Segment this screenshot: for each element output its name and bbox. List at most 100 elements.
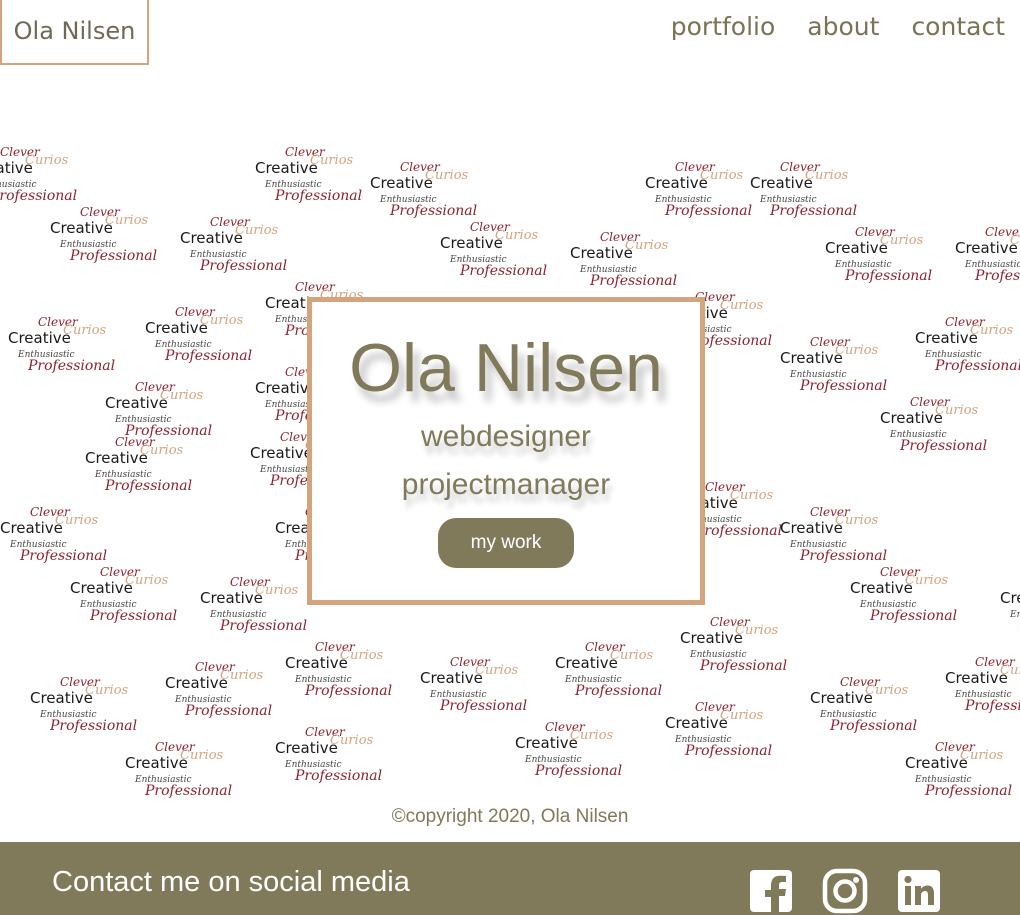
pattern-word-professional: Professional xyxy=(460,263,548,279)
nav-about[interactable]: about xyxy=(807,12,879,41)
pattern-word-curios: Curios xyxy=(495,228,539,243)
pattern-word-creative: Creative xyxy=(285,654,348,672)
pattern-word-curios: Curios xyxy=(880,233,924,248)
pattern-word-professional: Professional xyxy=(590,273,678,289)
pattern-word-curios: Curios xyxy=(960,748,1004,763)
pattern-word-professional: Professional xyxy=(90,608,178,624)
word-tile: CleverCreativeCuriosEnthusiasticProfessi… xyxy=(750,160,880,230)
pattern-word-professional: Professional xyxy=(800,378,888,394)
pattern-word-curios: Curios xyxy=(625,238,669,253)
pattern-word-curios: Curios xyxy=(340,648,384,663)
pattern-word-professional: Professional xyxy=(440,698,528,714)
pattern-word-creative: Creative xyxy=(915,329,978,347)
facebook-icon[interactable] xyxy=(748,868,794,914)
word-tile: CleverCreativeCuriosEnthusiasticProfessi… xyxy=(1000,575,1020,645)
pattern-word-curios: Curios xyxy=(160,388,204,403)
hero-role-webdesigner: webdesigner xyxy=(420,420,592,453)
pattern-word-creative: Creative xyxy=(570,244,633,262)
pattern-word-professional: Professional xyxy=(770,203,858,219)
pattern-word-creative: Creative xyxy=(255,159,318,177)
pattern-word-professional: Professional xyxy=(70,248,158,264)
pattern-word-creative: Creative xyxy=(8,329,71,347)
pattern-word-professional: Professional xyxy=(685,743,773,759)
pattern-word-creative: Creative xyxy=(180,229,243,247)
pattern-word-professional: Professional xyxy=(50,718,138,734)
pattern-word-professional: Professional xyxy=(185,703,273,719)
pattern-word-professional: Professional xyxy=(800,548,888,564)
pattern-word-curios: Curios xyxy=(905,573,949,588)
word-tile: CleverCreativeCuriosEnthusiasticProfessi… xyxy=(85,435,215,505)
pattern-word-curios: Curios xyxy=(835,343,879,358)
copyright: ©copyright 2020, Ola Nilsen xyxy=(391,806,629,827)
pattern-word-professional: Professional xyxy=(145,783,233,799)
pattern-word-creative: Creative xyxy=(165,674,228,692)
footer: Contact me on social media xyxy=(0,842,1020,915)
pattern-word-professional: Professional xyxy=(305,683,393,699)
pattern-word-professional: Professional xyxy=(0,188,78,204)
word-tile: CleverCreativeCuriosEnthusiasticProfessi… xyxy=(285,640,415,710)
word-tile: CleverCreativeCuriosEnthusiasticProfessi… xyxy=(180,215,310,285)
pattern-word-curios: Curios xyxy=(85,683,129,698)
pattern-word-professional: Professional xyxy=(20,548,108,564)
pattern-word-creative: Creative xyxy=(85,449,148,467)
word-tile: CleverCreativeCuriosEnthusiasticProfessi… xyxy=(515,720,645,790)
hero-role-projectmanager: projectmanager xyxy=(401,468,611,501)
word-tile: CleverCreativeCuriosEnthusiasticProfessi… xyxy=(30,675,160,745)
pattern-word-curios: Curios xyxy=(735,623,779,638)
pattern-word-creative: Creative xyxy=(750,174,813,192)
pattern-word-creative: Creative xyxy=(515,734,578,752)
pattern-word-curios: Curios xyxy=(200,313,244,328)
word-tile: CleverCreativeCuriosEnthusiasticProfessi… xyxy=(165,660,295,730)
word-tile: CleverCreativeCuriosEnthusiasticProfessi… xyxy=(8,315,138,385)
word-tile: CleverCreativeCuriosEnthusiasticProfessi… xyxy=(275,725,405,795)
pattern-word-creative: Creative xyxy=(105,394,168,412)
pattern-word-curios: Curios xyxy=(255,583,299,598)
word-tile: CleverCreativeCuriosEnthusiasticProfessi… xyxy=(680,615,810,685)
word-tile: CleverCreativeCuriosEnthusiasticProfessi… xyxy=(915,315,1020,385)
pattern-word-professional: Professional xyxy=(105,478,193,494)
nav-contact[interactable]: contact xyxy=(911,12,1005,41)
pattern-word-curios: Curios xyxy=(1000,663,1020,678)
nav-portfolio[interactable]: portfolio xyxy=(671,12,776,41)
word-tile: CleverCreativeCuriosEnthusiasticProfessi… xyxy=(880,395,1010,465)
footer-text: Contact me on social media xyxy=(52,866,410,898)
pattern-word-curios: Curios xyxy=(220,668,264,683)
pattern-word-creative: Creative xyxy=(780,519,843,537)
pattern-word-creative: Creative xyxy=(905,754,968,772)
pattern-word-creative: Creative xyxy=(370,174,433,192)
word-tile: CleverCreativeCuriosEnthusiasticProfessi… xyxy=(255,145,385,215)
pattern-word-creative: Creative xyxy=(70,579,133,597)
pattern-word-creative: Creative xyxy=(30,689,93,707)
pattern-word-creative: Creative xyxy=(250,444,313,462)
pattern-word-curios: Curios xyxy=(700,168,744,183)
word-tile: CleverCreativeCuriosEnthusiasticProfessi… xyxy=(420,655,550,725)
pattern-word-curios: Curios xyxy=(475,663,519,678)
pattern-word-curios: Curios xyxy=(730,488,774,503)
pattern-word-curios: Curios xyxy=(125,573,169,588)
logo[interactable]: Ola Nilsen xyxy=(0,0,149,65)
word-tile: CleverCreativeCuriosEnthusiasticProfessi… xyxy=(825,225,955,295)
instagram-icon[interactable] xyxy=(822,868,868,914)
pattern-word-curios: Curios xyxy=(935,403,979,418)
word-tile: CleverCreativeCuriosEnthusiasticProfessi… xyxy=(440,220,570,290)
pattern-word-creative: Creative xyxy=(200,589,263,607)
pattern-word-curios: Curios xyxy=(865,683,909,698)
main-nav: portfolio about contact xyxy=(671,12,1005,41)
pattern-word-curios: Curios xyxy=(180,748,224,763)
pattern-word-professional: Professional xyxy=(900,438,988,454)
pattern-word-creative: Creative xyxy=(440,234,503,252)
pattern-word-curios: Curios xyxy=(1010,233,1020,248)
pattern-word-creative: Creative xyxy=(945,669,1008,687)
pattern-word-professional: Professional xyxy=(535,763,623,779)
pattern-word-curios: Curios xyxy=(63,323,107,338)
pattern-word-professional: Professional xyxy=(220,618,308,634)
word-tile: CleverCreativeCuriosEnthusiasticProfessi… xyxy=(665,700,795,770)
pattern-word-professional: Professional xyxy=(845,268,933,284)
pattern-word-creative: Creative xyxy=(825,239,888,257)
word-tile: CleverCreativeCuriosEnthusiasticProfessi… xyxy=(945,655,1020,725)
my-work-button[interactable]: my work xyxy=(438,518,574,568)
pattern-word-curios: Curios xyxy=(140,443,184,458)
linkedin-icon[interactable] xyxy=(896,868,942,914)
pattern-word-professional: Professional xyxy=(575,683,663,699)
pattern-word-creative: Creative xyxy=(275,739,338,757)
